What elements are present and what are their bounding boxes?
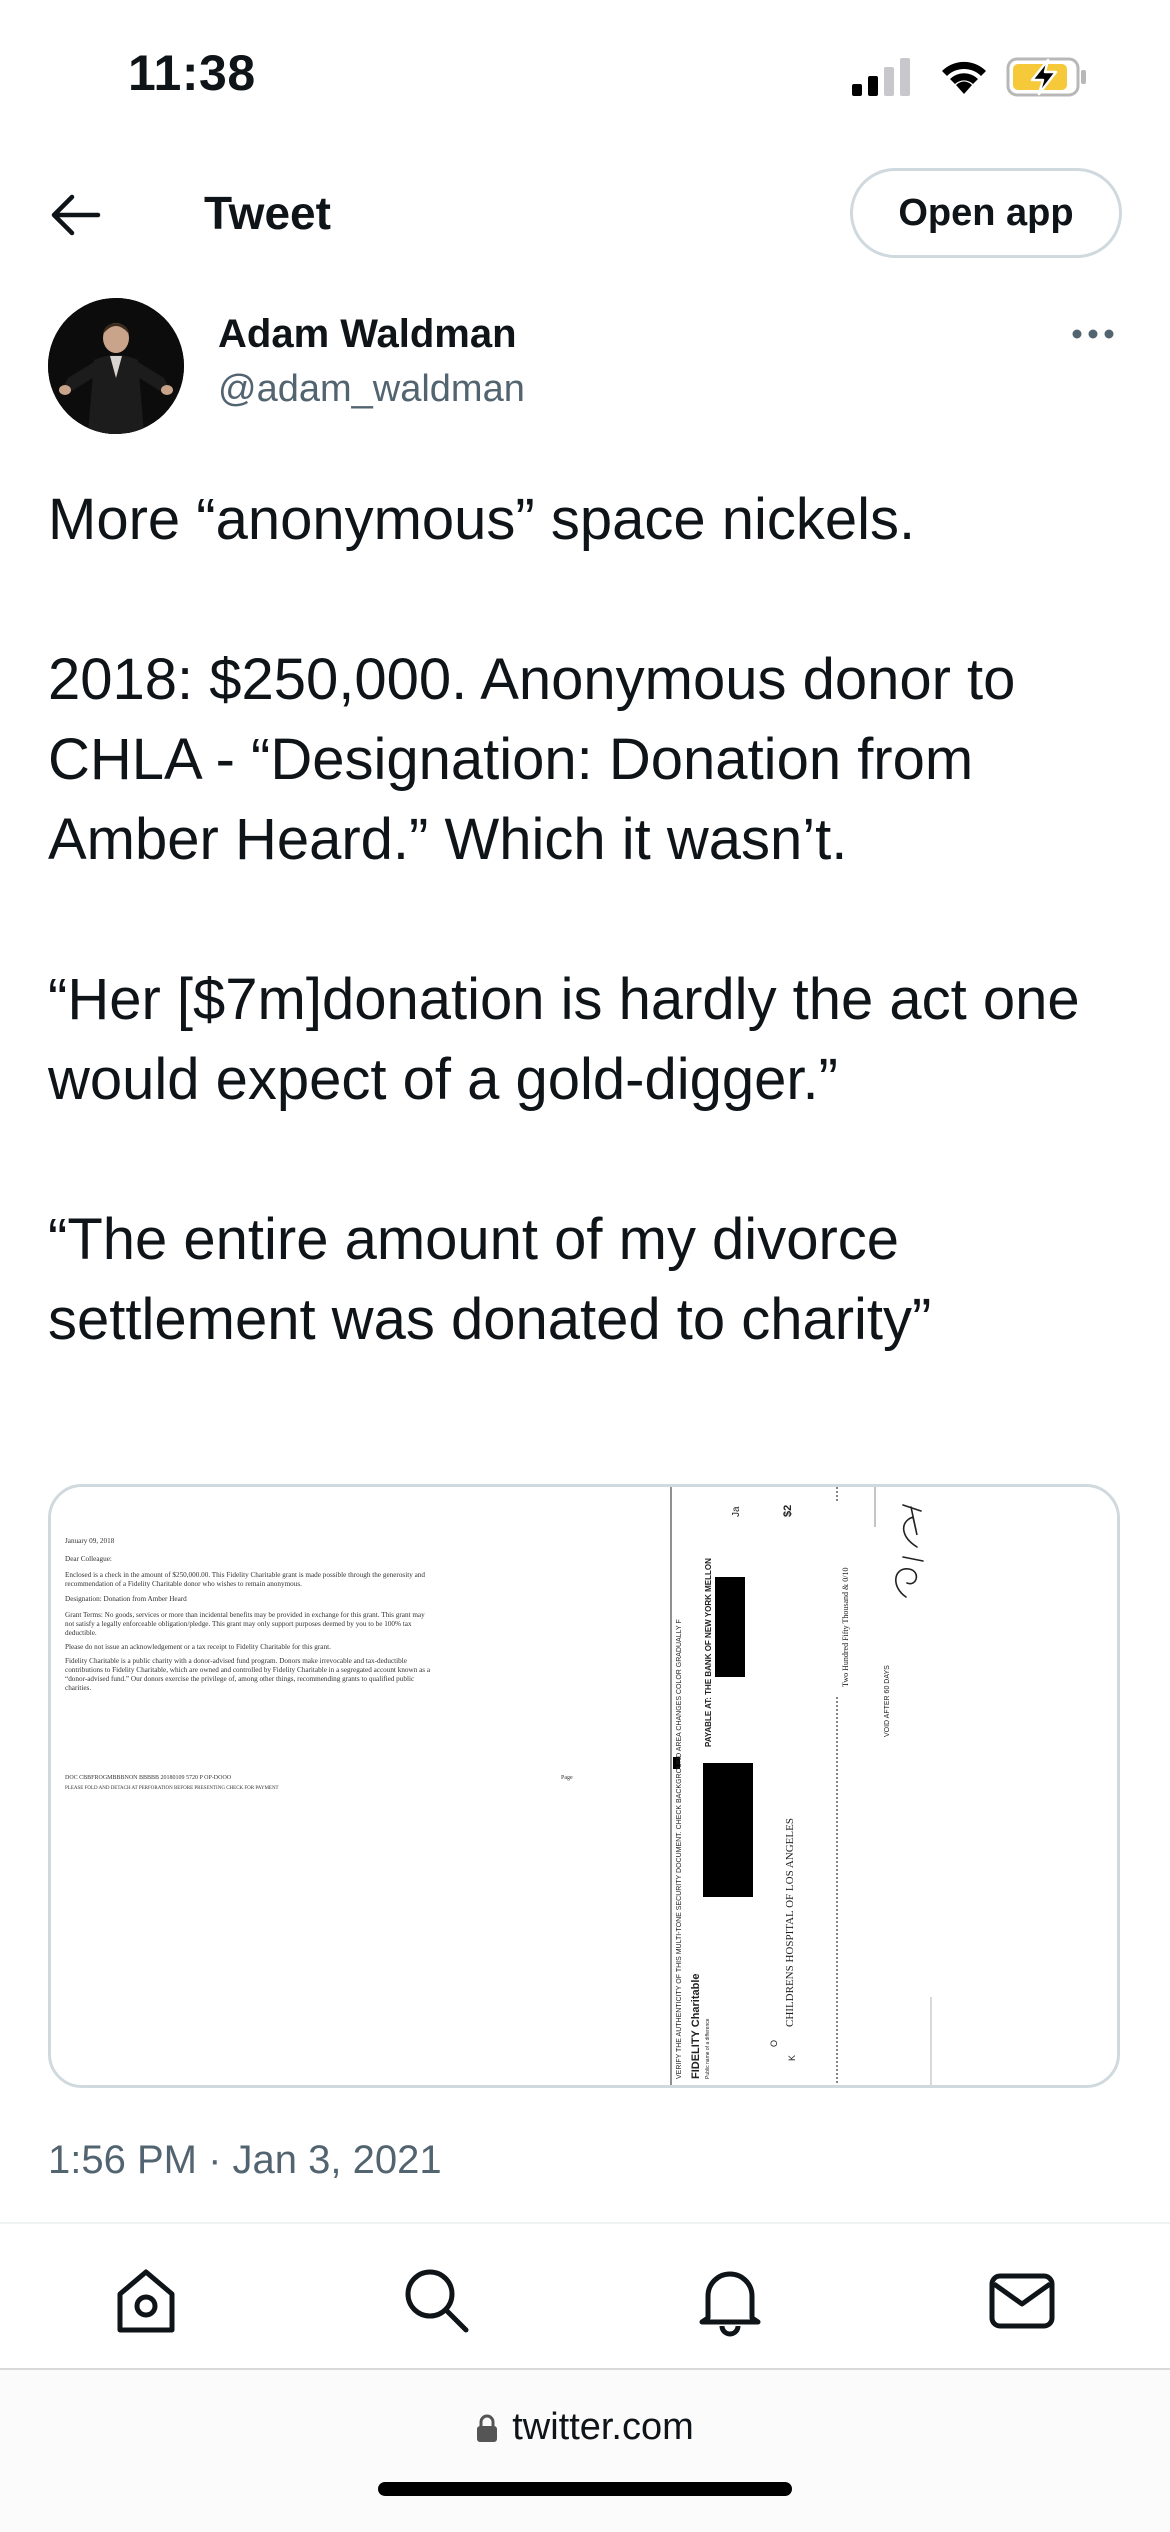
letter-line: Fidelity Charitable is a public charity … [65, 1657, 407, 1665]
check-security-text: VERIFY THE AUTHENTICITY OF THIS MULTI-TO… [676, 1619, 683, 2079]
messages-icon[interactable] [982, 2260, 1062, 2340]
letter-line: contributions to Fidelity Charitable, wh… [65, 1666, 431, 1674]
tweet-paragraph: “Her [$7m]donation is hardly the act one… [48, 967, 1080, 1112]
letter-line: Please do not issue an acknowledgement o… [65, 1643, 331, 1651]
cellular-signal-icon [852, 58, 910, 96]
letter-line: Designation: Donation from Amber Heard [65, 1595, 187, 1603]
check-document-image: January 09, 2018 Dear Colleague: Enclose… [51, 1487, 1117, 2085]
letter-line: charities. [65, 1684, 91, 1692]
open-app-button[interactable]: Open app [850, 168, 1122, 258]
letter-line: not satisfy a legally enforceable obliga… [65, 1620, 412, 1628]
check-payee-initial: K [787, 2055, 797, 2061]
letter-line: Enclosed is a check in the amount of $25… [65, 1571, 425, 1579]
home-icon[interactable] [106, 2260, 186, 2340]
avatar-image [48, 298, 184, 434]
browser-address-bar[interactable]: twitter.com [0, 2370, 1170, 2532]
tweet-media-image[interactable]: January 09, 2018 Dear Colleague: Enclose… [48, 1484, 1120, 2088]
letter-line: Grant Terms: No goods, services or more … [65, 1611, 425, 1619]
check-amount-words: Two Hundred Fifty Thousand & 0/10 [841, 1567, 850, 1687]
tweet-text: More “anonymous” space nickels. 2018: $2… [48, 480, 1128, 1360]
letter-footer-page: Page [561, 1775, 573, 1781]
letter-line: January 09, 2018 [65, 1537, 115, 1545]
letter-line: recommendation of a Fidelity Charitable … [65, 1580, 302, 1588]
ellipsis-icon[interactable] [1068, 316, 1118, 352]
notifications-icon[interactable] [690, 2260, 770, 2340]
tweet-header: Tweet Open app [0, 160, 1170, 270]
letter-footer: DOC CBBFROGMBBBNON BBBBB 20180109 5720 P… [65, 1775, 232, 1781]
author-handle[interactable]: @adam_waldman [218, 368, 525, 411]
home-indicator[interactable] [378, 2482, 792, 2496]
check-date-text: Ja [731, 1506, 742, 1517]
page-title: Tweet [204, 187, 331, 239]
battery-charging-icon [1006, 57, 1086, 97]
check-payee-initial: O [769, 2040, 779, 2047]
letter-line: deductible. [65, 1629, 97, 1637]
tweet-paragraph: “The entire amount of my divorce settlem… [48, 1207, 932, 1352]
bottom-navigation [0, 2224, 1170, 2370]
status-bar: 11:38 [0, 0, 1170, 150]
tweet-paragraph: 2018: $250,000. Anonymous donor to CHLA … [48, 647, 1016, 872]
tweet-paragraph: More “anonymous” space nickels. [48, 487, 916, 552]
letter-footer-note: PLEASE FOLD AND DETACH AT PERFORATION BE… [65, 1786, 279, 1791]
check-bank-text: PAYABLE AT: THE BANK OF NEW YORK MELLON [704, 1558, 713, 1747]
status-time: 11:38 [128, 45, 256, 101]
search-icon[interactable] [396, 2260, 476, 2340]
letter-line: “donor-advised fund.” Our donors exercis… [65, 1675, 414, 1683]
url-display[interactable]: twitter.com [0, 2406, 1170, 2449]
check-fidelity-sub: Public name of a difference [705, 2018, 711, 2079]
arrow-left-icon[interactable] [46, 190, 102, 240]
check-fidelity-text: FIDELITY Charitable [690, 1973, 702, 2079]
url-text: twitter.com [512, 2406, 694, 2448]
check-payee-text: CHILDRENS HOSPITAL OF LOS ANGELES [784, 1818, 796, 2027]
author-name[interactable]: Adam Waldman [218, 312, 517, 357]
lock-icon [477, 2414, 498, 2442]
check-amount-symbol: $2 [782, 1505, 794, 1517]
letter-line: Dear Colleague: [65, 1555, 112, 1563]
tweet-timestamp[interactable]: 1:56 PM · Jan 3, 2021 [48, 2138, 442, 2183]
wifi-icon [942, 61, 986, 94]
check-void-text: VOID AFTER 60 DAYS [884, 1665, 891, 1737]
avatar[interactable] [48, 298, 184, 434]
